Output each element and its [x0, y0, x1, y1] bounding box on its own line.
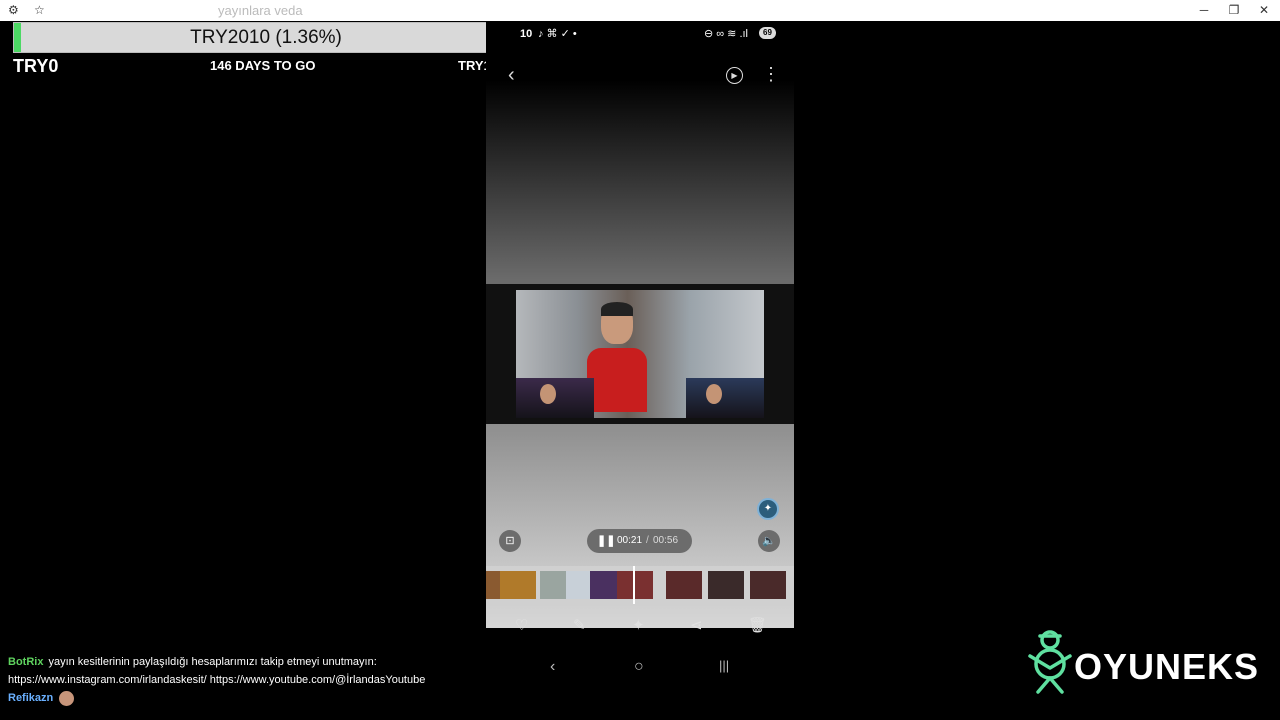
goal-start-label: TRY0	[13, 56, 59, 76]
video-webcam-left	[516, 378, 594, 418]
speaker-icon[interactable]: 🔈	[758, 530, 780, 552]
chat-message: Refikazn	[8, 689, 478, 707]
playback-time-pill[interactable]: ❚❚ 00:21 / 00:56	[587, 529, 692, 553]
gear-icon[interactable]: ⚙	[8, 2, 19, 18]
webcam-face	[706, 384, 722, 404]
android-nav-bar: ‹ ○ |||	[486, 654, 794, 684]
window-titlebar: ⚙ ☆ yayınlara veda ─ ❐ ✕	[0, 0, 1280, 21]
time-separator: /	[646, 535, 649, 546]
edit-icon[interactable]: ✎	[573, 616, 586, 634]
timeline-playhead[interactable]	[633, 566, 635, 604]
current-time: 00:21	[617, 535, 643, 546]
favorite-icon[interactable]: ♡	[515, 616, 528, 634]
nav-back-icon[interactable]: ‹	[550, 658, 555, 676]
sponsor-logo-mascot-icon	[1028, 630, 1072, 694]
streamer-jersey	[587, 348, 647, 412]
streamer-hair	[601, 302, 633, 316]
sponsor-logo-text: OYUNEKS	[1074, 646, 1260, 687]
more-options-icon[interactable]: ⋮	[762, 64, 780, 85]
status-clock: 10	[520, 28, 533, 40]
minimize-button[interactable]: ─	[1189, 1, 1219, 19]
close-button[interactable]: ✕	[1249, 1, 1279, 19]
chat-message-text: yayın kesitlerinin paylaşıldığı hesaplar…	[48, 656, 377, 668]
video-webcam-right	[686, 378, 764, 418]
status-bar: 10 ♪ ⌘ ✓ • ⊖ ∞ ≋ .ıl 69	[486, 22, 794, 46]
back-arrow-icon[interactable]: ‹	[508, 64, 515, 87]
window-title: yayınlara veda	[218, 3, 303, 18]
timeline-thumbnail	[708, 571, 744, 599]
capture-frame-icon[interactable]: ⊡	[499, 530, 521, 552]
delete-icon[interactable]: 🗑	[748, 616, 767, 634]
gallery-top-bar: ‹ ▶ ⋮	[486, 54, 794, 98]
battery-icon: 69	[759, 27, 776, 39]
video-streamer	[587, 302, 647, 412]
gallery-action-bar: ♡ ✎ ✦ ⋖ 🗑	[486, 614, 794, 642]
emote-icon	[59, 690, 75, 706]
video-frame[interactable]	[486, 284, 794, 424]
nav-recents-icon[interactable]: |||	[719, 658, 729, 673]
phone-screen: 10 ♪ ⌘ ✓ • ⊖ ∞ ≋ .ıl 69 ‹ ▶ ⋮ ✦ ⊡ ❚❚ 00:…	[486, 22, 794, 720]
status-system-icons: ⊖ ∞ ≋ .ıl	[704, 28, 748, 40]
chat-username: Refikazn	[8, 692, 54, 704]
play-icon[interactable]: ▶	[726, 67, 743, 84]
goal-days-remaining: 146 DAYS TO GO	[210, 58, 316, 73]
sparkle-icon[interactable]: ✦	[757, 498, 779, 520]
timeline-thumbnail	[500, 571, 536, 599]
video-timeline-strip[interactable]	[486, 566, 794, 604]
chat-overlay: BotRix yayın kesitlerinin paylaşıldığı he…	[8, 653, 478, 707]
status-notification-icons: ♪ ⌘ ✓ •	[538, 28, 577, 40]
timeline-thumbnail	[666, 571, 702, 599]
chat-message-continuation: https://www.instagram.com/irlandaskesit/…	[8, 674, 426, 686]
enhance-icon[interactable]: ✦	[632, 616, 645, 634]
restore-button[interactable]: ❐	[1219, 1, 1249, 19]
webcam-face	[540, 384, 556, 404]
pause-icon[interactable]: ❚❚	[597, 529, 615, 553]
chat-message: BotRix yayın kesitlerinin paylaşıldığı he…	[8, 653, 478, 671]
sponsor-logo: OYUNEKS	[1026, 628, 1260, 694]
total-time: 00:56	[653, 535, 679, 546]
timeline-thumbnail	[617, 571, 653, 599]
star-icon[interactable]: ☆	[34, 2, 45, 18]
timeline-thumbnail	[750, 571, 786, 599]
share-icon[interactable]: ⋖	[690, 616, 703, 634]
goal-amount-text: TRY2010 (1.36%)	[190, 27, 342, 48]
donation-goal-bar: TRY2010 (1.36%)	[13, 22, 519, 53]
nav-home-icon[interactable]: ○	[634, 658, 644, 676]
chat-username: BotRix	[8, 656, 44, 668]
